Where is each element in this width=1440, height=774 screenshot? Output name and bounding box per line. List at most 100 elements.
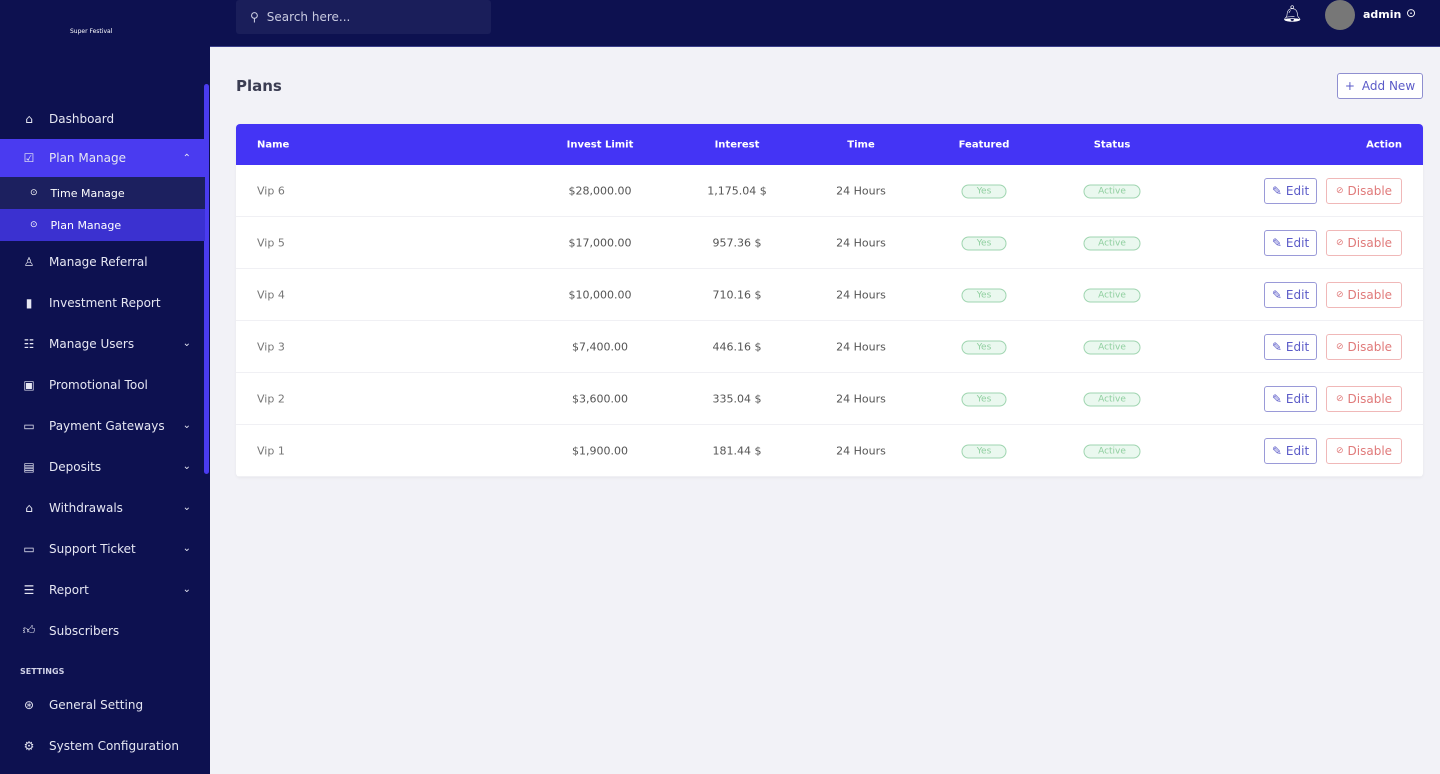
time: 24 Hours (836, 444, 886, 457)
edit-button[interactable]: ✎ Edit (1264, 437, 1317, 464)
sidebar-item-label: Withdrawals (49, 500, 123, 515)
sidebar-nav: ⌂ Dashboard ☑ Plan Manage ⌃ ⊙ Time Manage ⊙ Plan… (0, 98, 205, 766)
users-icon: ☷ (23, 336, 35, 351)
deposit-icon: ▤ (23, 459, 35, 474)
disable-button[interactable]: ⊘ Disable (1326, 177, 1402, 204)
settings-section-label: SETTINGS (20, 667, 65, 676)
card-icon: ▭ (23, 418, 35, 433)
circle-icon: ⊙ (30, 220, 38, 230)
sidebar-item-label: Manage Users (49, 336, 135, 351)
invest-limit: $7,400.00 (572, 340, 628, 353)
plan-name: Vip 1 (257, 444, 285, 457)
edit-button[interactable]: ✎ Edit (1264, 229, 1317, 256)
featured-badge: Yes (961, 340, 1007, 354)
sidebar-subitem-time-manage[interactable]: ⊙ Time Manage (0, 177, 205, 209)
edit-label: Edit (1285, 339, 1310, 354)
brand-logo[interactable]: Super Festival (70, 28, 112, 35)
bell-icon[interactable]: 🔔︎ (1282, 4, 1302, 23)
disable-button[interactable]: ⊘ Disable (1326, 333, 1402, 360)
disable-button[interactable]: ⊘ Disable (1326, 281, 1402, 308)
status-badge: Active (1083, 288, 1141, 302)
interest: 335.04 $ (712, 392, 762, 405)
disable-label: Disable (1347, 183, 1393, 198)
sidebar-item-plan-manage[interactable]: ☑ Plan Manage ⌃ (0, 139, 205, 177)
disable-label: Disable (1347, 287, 1393, 302)
chevron-down-icon: ⌄ (182, 502, 191, 513)
sidebar-item-label: Promotional Tool (49, 377, 148, 392)
status-badge: Active (1083, 340, 1141, 354)
promo-icon: ▣ (23, 377, 35, 392)
plan-name: Vip 6 (257, 184, 285, 197)
avatar[interactable] (1325, 0, 1355, 30)
sidebar-subitem-label: Time Manage (50, 186, 125, 200)
sidebar-item-label: Manage Referral (49, 254, 148, 269)
pencil-icon: ✎ (1271, 287, 1282, 302)
header-name: Name (257, 139, 290, 150)
sidebar-item-label: Dashboard (49, 111, 115, 126)
user-name[interactable]: admin (1363, 8, 1401, 21)
bank-icon: ⌂ (25, 500, 33, 515)
sidebar-item-general-setting[interactable]: ⊛ General Setting (0, 684, 205, 725)
sidebar-item-report[interactable]: ☰ Report ⌄ (0, 569, 205, 610)
edit-button[interactable]: ✎ Edit (1264, 281, 1317, 308)
search-input[interactable]: ⚲ Search here... (236, 0, 491, 34)
pencil-icon: ✎ (1271, 339, 1282, 354)
table-row: Vip 2 $3,600.00 335.04 $ 24 Hours Yes Ac… (236, 373, 1423, 425)
disable-button[interactable]: ⊘ Disable (1326, 229, 1402, 256)
sidebar-subitem-label: Plan Manage (50, 218, 122, 232)
sidebar-item-investment-report[interactable]: ▮ Investment Report (0, 282, 205, 323)
edit-label: Edit (1285, 287, 1310, 302)
invest-limit: $17,000.00 (568, 236, 632, 249)
time: 24 Hours (836, 392, 886, 405)
sidebar-item-deposits[interactable]: ▤ Deposits ⌄ (0, 446, 205, 487)
featured-badge: Yes (961, 288, 1007, 302)
plan-name: Vip 3 (257, 340, 285, 353)
edit-label: Edit (1285, 443, 1310, 458)
invest-limit: $3,600.00 (572, 392, 628, 405)
eye-slash-icon: ⊘ (1335, 341, 1344, 352)
sidebar-item-system-configuration[interactable]: ⚙ System Configuration (0, 725, 205, 766)
featured-badge: Yes (961, 392, 1007, 406)
edit-button[interactable]: ✎ Edit (1264, 177, 1317, 204)
edit-button[interactable]: ✎ Edit (1264, 333, 1317, 360)
disable-button[interactable]: ⊘ Disable (1326, 385, 1402, 412)
sidebar-item-payment-gateways[interactable]: ▭ Payment Gateways ⌄ (0, 405, 205, 446)
top-bar: ⚲ Search here... 🔔︎ admin ⊙ (210, 0, 1440, 47)
add-new-button[interactable]: + Add New (1337, 73, 1423, 99)
table-row: Vip 3 $7,400.00 446.16 $ 24 Hours Yes Ac… (236, 321, 1423, 373)
chevron-down-icon: ⌄ (182, 584, 191, 595)
edit-button[interactable]: ✎ Edit (1264, 385, 1317, 412)
eye-slash-icon: ⊘ (1335, 289, 1344, 300)
pencil-icon: ✎ (1271, 443, 1282, 458)
sidebar-item-label: Investment Report (49, 295, 161, 310)
sidebar-item-label: Deposits (49, 459, 102, 474)
sidebar-item-subscribers[interactable]: 👍︎ Subscribers (0, 610, 205, 651)
page-title: Plans (236, 77, 282, 95)
disable-button[interactable]: ⊘ Disable (1326, 437, 1402, 464)
disable-label: Disable (1347, 443, 1393, 458)
featured-badge: Yes (961, 184, 1007, 198)
sidebar: Super Festival ⌂ Dashboard ☑ Plan Manage ⌃ ⊙ T… (0, 0, 210, 774)
sidebar-item-promotional-tool[interactable]: ▣ Promotional Tool (0, 364, 205, 405)
interest: 710.16 $ (712, 288, 762, 301)
sidebar-item-manage-users[interactable]: ☷ Manage Users ⌄ (0, 323, 205, 364)
table-header: Name Invest Limit Interest Time Featured… (236, 124, 1423, 165)
sidebar-item-label: Support Ticket (49, 541, 136, 556)
sidebar-item-manage-referral[interactable]: ♙ Manage Referral (0, 241, 205, 282)
search-icon: ⚲ (250, 10, 259, 24)
eye-slash-icon: ⊘ (1335, 445, 1344, 456)
time: 24 Hours (836, 184, 886, 197)
table-body: Vip 6 $28,000.00 1,175.04 $ 24 Hours Yes… (236, 165, 1423, 477)
disable-label: Disable (1347, 339, 1393, 354)
sidebar-item-dashboard[interactable]: ⌂ Dashboard (0, 98, 205, 139)
edit-label: Edit (1285, 235, 1310, 250)
sidebar-item-label: System Configuration (49, 738, 179, 753)
status-badge: Active (1083, 236, 1141, 250)
sidebar-item-support-ticket[interactable]: ▭ Support Ticket ⌄ (0, 528, 205, 569)
chevron-down-icon[interactable]: ⊙ (1406, 6, 1416, 20)
thumbs-up-icon: 👍︎ (22, 623, 36, 637)
sidebar-subitem-plan-manage[interactable]: ⊙ Plan Manage (0, 209, 205, 241)
sidebar-item-withdrawals[interactable]: ⌂ Withdrawals ⌄ (0, 487, 205, 528)
header-time: Time (847, 139, 875, 150)
interest: 181.44 $ (712, 444, 762, 457)
